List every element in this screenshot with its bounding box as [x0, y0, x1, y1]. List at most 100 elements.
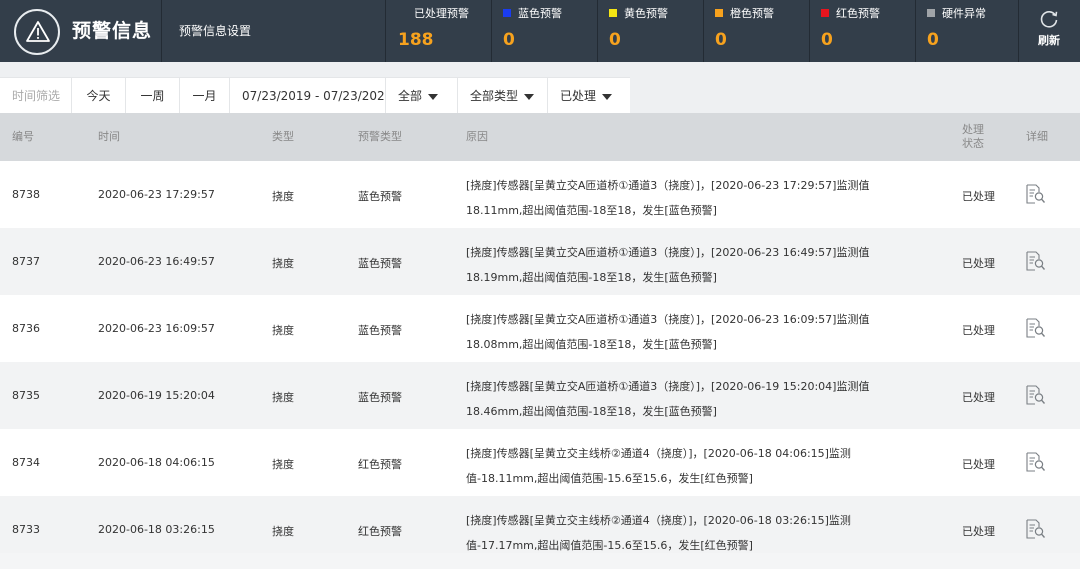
top-bar: 预警信息 预警信息设置 已处理预警 188 蓝色预警 0 黄色预警 0 橙色预警… [0, 0, 1080, 62]
table-row: 8734 2020-06-18 04:06:15 挠度 红色预警 [挠度]传感器[呈黄立… [0, 429, 1080, 496]
table-row: 8736 2020-06-23 16:09:57 挠度 蓝色预警 [挠度]传感器[呈黄立… [0, 295, 1080, 362]
row-status: 已处理 [962, 391, 995, 404]
row-alert-type: 蓝色预警 [358, 324, 402, 337]
scope-dropdown[interactable]: 全部 [386, 78, 458, 114]
stat-label: 红色预警 [836, 7, 880, 20]
row-id: 8734 [12, 456, 40, 469]
type-value: 全部类型 [470, 89, 519, 103]
column-header-id: 编号 [12, 130, 34, 143]
row-reason: [挠度]传感器[呈黄立交A匝道桥①通道3（挠度）]，[2020-06-23 16… [466, 246, 870, 284]
table-header: 编号 时间 类型 预警类型 原因 处理状态 详细 [0, 113, 1080, 161]
stat-label: 黄色预警 [624, 7, 668, 20]
row-alert-type: 蓝色预警 [358, 257, 402, 270]
status-value: 已处理 [560, 89, 597, 103]
stat-value: 188 [398, 30, 434, 50]
column-header-time: 时间 [98, 130, 120, 143]
column-header-status: 处理状态 [962, 123, 984, 150]
stat-red: 红色预警 0 [810, 0, 915, 62]
stat-processed: 已处理预警 188 [386, 0, 491, 62]
date-range-input[interactable]: 07/23/2019 - 07/23/202 [230, 78, 386, 114]
warning-logo-icon [14, 9, 60, 55]
table-row: 8738 2020-06-23 17:29:57 挠度 蓝色预警 [挠度]传感器[呈黄立… [0, 161, 1080, 228]
row-type: 挠度 [272, 525, 294, 538]
row-time: 2020-06-18 04:06:15 [98, 456, 215, 469]
row-id: 8737 [12, 255, 40, 268]
row-alert-type: 红色预警 [358, 525, 402, 538]
column-header-alert-type: 预警类型 [358, 130, 402, 143]
filter-week-button[interactable]: 一周 [126, 78, 180, 114]
row-alert-type: 红色预警 [358, 458, 402, 471]
table-row: 8737 2020-06-23 16:49:57 挠度 蓝色预警 [挠度]传感器[呈黄立… [0, 228, 1080, 295]
row-reason: [挠度]传感器[呈黄立交主线桥②通道4（挠度）]，[2020-06-18 04:… [466, 447, 851, 485]
warning-settings-link[interactable]: 预警信息设置 [179, 22, 251, 39]
row-type: 挠度 [272, 324, 294, 337]
caret-down-icon [428, 93, 439, 100]
gray-square-icon [927, 9, 935, 17]
detail-search-icon[interactable] [1024, 518, 1046, 544]
row-reason: [挠度]传感器[呈黄立交A匝道桥①通道3（挠度）]，[2020-06-19 15… [466, 380, 870, 418]
row-alert-type: 蓝色预警 [358, 391, 402, 404]
row-id: 8736 [12, 322, 40, 335]
row-reason: [挠度]传感器[呈黄立交主线桥②通道4（挠度）]，[2020-06-18 03:… [466, 514, 851, 552]
row-time: 2020-06-19 15:20:04 [98, 389, 215, 402]
stat-value: 0 [821, 30, 833, 50]
app-title: 预警信息 [72, 20, 153, 42]
detail-search-icon[interactable] [1024, 384, 1046, 410]
red-square-icon [821, 9, 829, 17]
column-header-type: 类型 [272, 130, 294, 143]
detail-search-icon[interactable] [1024, 183, 1046, 209]
caret-down-icon [524, 93, 535, 100]
stat-value: 0 [927, 30, 939, 50]
column-header-detail: 详细 [1026, 130, 1048, 143]
row-alert-type: 蓝色预警 [358, 190, 402, 203]
stat-yellow: 黄色预警 0 [598, 0, 703, 62]
row-reason: [挠度]传感器[呈黄立交A匝道桥①通道3（挠度）]，[2020-06-23 16… [466, 313, 870, 351]
row-time: 2020-06-18 03:26:15 [98, 523, 215, 536]
refresh-button[interactable]: 刷新 [1018, 0, 1080, 62]
row-status: 已处理 [962, 257, 995, 270]
yellow-square-icon [609, 9, 617, 17]
scope-value: 全部 [398, 89, 423, 103]
caret-down-icon [602, 93, 613, 100]
stat-label: 蓝色预警 [518, 7, 562, 20]
stat-label: 已处理预警 [414, 7, 469, 20]
filter-today-button[interactable]: 今天 [72, 78, 126, 114]
divider [161, 0, 162, 62]
row-reason: [挠度]传感器[呈黄立交A匝道桥①通道3（挠度）]，[2020-06-23 17… [466, 179, 870, 217]
row-status: 已处理 [962, 324, 995, 337]
row-type: 挠度 [272, 458, 294, 471]
row-status: 已处理 [962, 458, 995, 471]
type-dropdown[interactable]: 全部类型 [458, 78, 548, 114]
row-id: 8735 [12, 389, 40, 402]
blue-square-icon [503, 9, 511, 17]
row-status: 已处理 [962, 190, 995, 203]
stat-label: 硬件异常 [942, 7, 986, 20]
row-time: 2020-06-23 16:09:57 [98, 322, 215, 335]
detail-search-icon[interactable] [1024, 250, 1046, 276]
detail-search-icon[interactable] [1024, 317, 1046, 343]
stat-label: 橙色预警 [730, 7, 774, 20]
row-type: 挠度 [272, 391, 294, 404]
row-id: 8738 [12, 188, 40, 201]
filter-bar: 时间筛选 今天 一周 一月 07/23/2019 - 07/23/202 全部 … [0, 77, 630, 114]
row-time: 2020-06-23 16:49:57 [98, 255, 215, 268]
row-time: 2020-06-23 17:29:57 [98, 188, 215, 201]
stat-orange: 橙色预警 0 [704, 0, 809, 62]
time-filter-label: 时间筛选 [0, 78, 72, 114]
row-status: 已处理 [962, 525, 995, 538]
stat-value: 0 [609, 30, 621, 50]
orange-square-icon [715, 9, 723, 17]
detail-search-icon[interactable] [1024, 451, 1046, 477]
refresh-label: 刷新 [1038, 34, 1060, 47]
column-header-reason: 原因 [466, 130, 488, 143]
stat-value: 0 [503, 30, 515, 50]
stat-value: 0 [715, 30, 727, 50]
status-dropdown[interactable]: 已处理 [548, 78, 630, 114]
stat-hardware: 硬件异常 0 [916, 0, 1018, 62]
bottom-spacer [0, 553, 1080, 569]
refresh-icon [1040, 11, 1058, 28]
row-type: 挠度 [272, 257, 294, 270]
row-id: 8733 [12, 523, 40, 536]
filter-month-button[interactable]: 一月 [180, 78, 230, 114]
stat-blue: 蓝色预警 0 [492, 0, 597, 62]
